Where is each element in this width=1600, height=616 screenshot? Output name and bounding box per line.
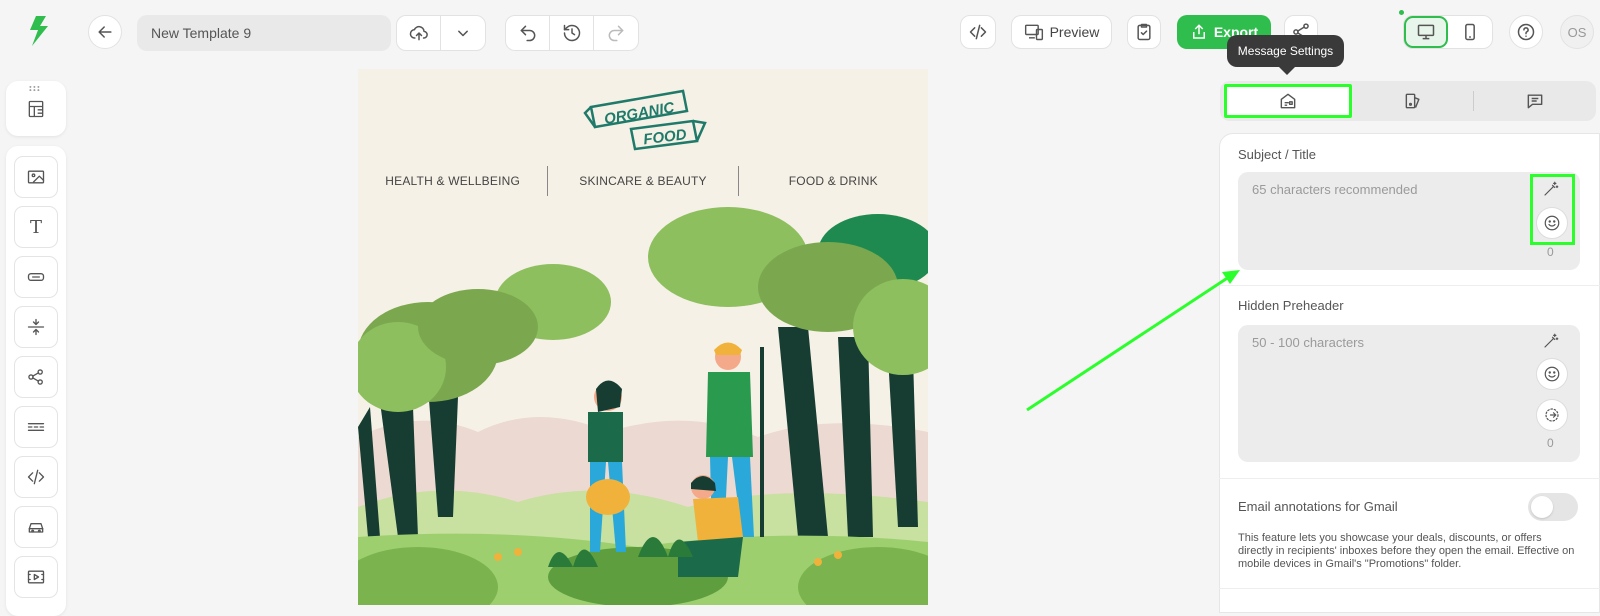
phone-icon <box>1465 23 1475 41</box>
envelope-open-icon <box>1280 93 1296 109</box>
html-block-tool[interactable] <box>14 456 58 498</box>
code-icon <box>969 24 987 40</box>
nav-link-skincare[interactable]: SKINCARE & BEAUTY <box>548 174 737 188</box>
gardening-illustration <box>358 207 928 605</box>
button-icon <box>27 273 45 281</box>
preheader-char-count: 0 <box>1547 436 1554 450</box>
tab-message-settings[interactable] <box>1224 84 1352 118</box>
monitor-icon <box>1417 24 1435 40</box>
preview-button[interactable]: Preview <box>1011 15 1112 49</box>
message-settings-tooltip: Message Settings <box>1227 35 1344 75</box>
share-icon <box>28 369 43 385</box>
organic-food-logo: ORGANIC FOOD <box>583 89 707 151</box>
preheader-emoji-button[interactable] <box>1536 358 1568 390</box>
history-group <box>505 15 639 51</box>
preheader-label: Hidden Preheader <box>1238 298 1344 313</box>
save-options-dropdown[interactable] <box>441 16 485 50</box>
video-icon <box>27 570 45 584</box>
image-icon <box>27 170 45 184</box>
devices-icon <box>1024 24 1043 41</box>
preheader-input[interactable]: 50 - 100 characters <box>1238 325 1580 462</box>
spacer-icon <box>27 318 45 336</box>
social-block-tool[interactable] <box>14 356 58 398</box>
share-upload-icon <box>1192 24 1205 39</box>
undo-icon <box>520 25 535 42</box>
redo-button[interactable] <box>594 16 638 50</box>
section-divider <box>1219 285 1600 286</box>
nav-link-health[interactable]: HEALTH & WELLBEING <box>358 174 547 188</box>
nav-link-food[interactable]: FOOD & DRINK <box>739 174 928 188</box>
dashed-arrow-icon <box>1545 408 1559 422</box>
subject-char-count: 0 <box>1547 245 1554 259</box>
clipboard-check-icon <box>1137 23 1151 41</box>
status-dot <box>1399 10 1404 15</box>
button-block-tool[interactable] <box>14 256 58 298</box>
help-button[interactable] <box>1509 15 1543 49</box>
gmail-annotations-toggle[interactable] <box>1528 493 1578 521</box>
preview-label: Preview <box>1049 24 1100 40</box>
layout-panel <box>6 81 66 136</box>
arrow-left-icon <box>98 26 112 38</box>
undo-button[interactable] <box>506 16 550 50</box>
cloud-upload-icon <box>409 25 428 41</box>
template-name-input[interactable]: New Template 9 <box>137 15 391 51</box>
section-divider <box>1219 478 1600 479</box>
checklist-button[interactable] <box>1127 15 1161 49</box>
email-canvas[interactable]: ORGANIC FOOD HEALTH & WELLBEING SKINCARE… <box>358 69 928 605</box>
spacer-block-tool[interactable] <box>14 306 58 348</box>
car-icon <box>28 523 44 533</box>
subject-label: Subject / Title <box>1238 147 1317 162</box>
section-divider <box>1219 588 1600 589</box>
user-avatar[interactable]: OS <box>1560 15 1594 49</box>
mobile-view-button[interactable] <box>1448 16 1492 48</box>
ai-preheader-button[interactable] <box>1542 332 1562 352</box>
email-nav: HEALTH & WELLBEING SKINCARE & BEAUTY FOO… <box>358 165 928 197</box>
video-block-tool[interactable] <box>14 556 58 598</box>
help-icon <box>1517 23 1535 41</box>
chevron-down-icon <box>458 30 468 37</box>
code-icon <box>27 469 45 485</box>
text-icon: T <box>29 216 42 238</box>
smile-icon <box>1544 366 1560 382</box>
palette-icon <box>1405 93 1420 109</box>
magic-wand-icon <box>1544 333 1559 348</box>
image-block-tool[interactable] <box>14 156 58 198</box>
settings-tabs <box>1220 81 1596 121</box>
comment-icon <box>1527 94 1543 109</box>
device-toggle <box>1403 15 1493 49</box>
divider-icon <box>27 423 45 431</box>
desktop-view-button[interactable] <box>1404 16 1449 48</box>
layout-blocks-icon[interactable] <box>26 99 46 119</box>
redo-icon <box>608 25 624 42</box>
gmail-annotations-description: This feature lets you showcase your deal… <box>1238 532 1575 570</box>
tab-design-settings[interactable] <box>1352 84 1474 118</box>
subject-input[interactable]: 65 characters recommended <box>1238 172 1580 270</box>
text-block-tool[interactable]: T <box>14 206 58 248</box>
drag-handle-icon[interactable] <box>28 85 44 92</box>
code-view-button[interactable] <box>960 15 996 49</box>
highlight-box <box>1530 174 1575 245</box>
app-logo <box>30 16 48 46</box>
history-button[interactable] <box>550 16 594 50</box>
back-button[interactable] <box>88 15 122 49</box>
divider-block-tool[interactable] <box>14 406 58 448</box>
tab-comments[interactable] <box>1474 84 1596 118</box>
gmail-annotations-label: Email annotations for Gmail <box>1238 499 1398 514</box>
cloud-save-button[interactable] <box>397 16 441 50</box>
toggle-knob <box>1531 496 1553 518</box>
history-icon <box>563 24 580 42</box>
product-block-tool[interactable] <box>14 506 58 548</box>
save-group <box>396 15 486 51</box>
preheader-ai-button[interactable] <box>1536 399 1568 431</box>
